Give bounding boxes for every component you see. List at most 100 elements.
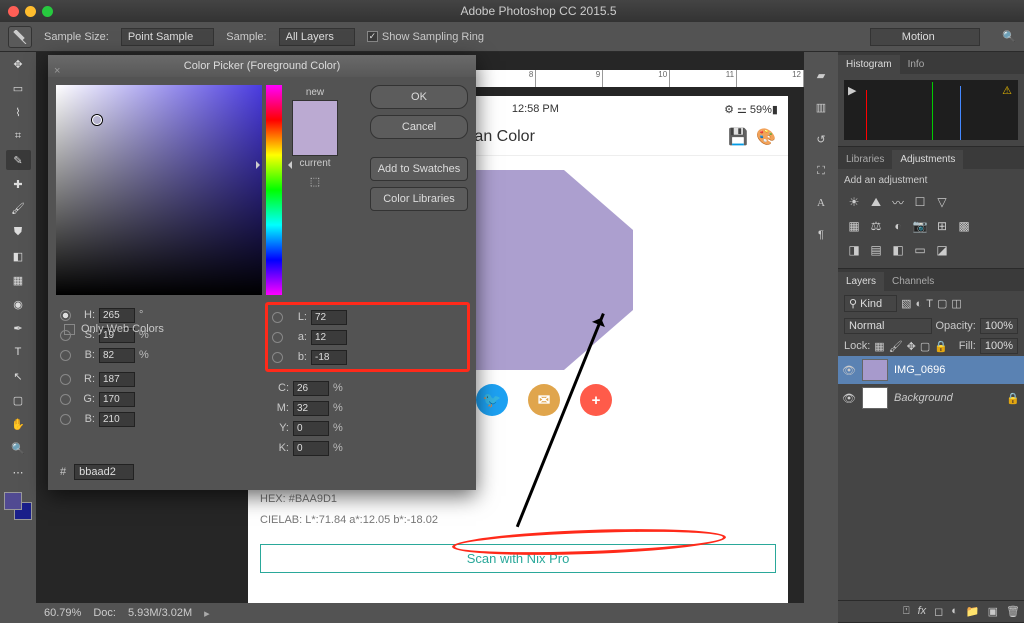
tab-histogram[interactable]: Histogram [838,55,900,74]
eraser-tool-icon[interactable]: ◧ [6,246,31,266]
r-radio[interactable] [60,374,71,385]
color-cursor[interactable] [92,115,102,125]
search-icon[interactable]: 🔍 [1002,30,1016,43]
k-input[interactable] [293,441,329,456]
hex-input[interactable] [74,464,134,480]
gradient-map-icon[interactable]: ▭ [912,242,928,258]
shape-tool-icon[interactable]: ▢ [6,390,31,410]
filter-smart-icon[interactable]: ◫ [951,297,961,310]
layer-row-background[interactable]: 👁 Background 🔒 [838,384,1024,412]
layer-row-img[interactable]: 👁 IMG_0696 [838,356,1024,384]
filter-pixel-icon[interactable]: ▧ [901,297,911,310]
hue-slider[interactable] [266,85,282,295]
y-input[interactable] [293,421,329,436]
tab-layers[interactable]: Layers [838,272,884,291]
lasso-tool-icon[interactable]: ⌇ [6,102,31,122]
history-panel-icon[interactable]: ↺ [810,128,832,150]
hue-sat-icon[interactable]: ▦ [846,218,862,234]
lb-input[interactable] [311,350,347,365]
curves-icon[interactable]: 〰 [890,194,906,210]
dialog-titlebar[interactable]: × Color Picker (Foreground Color) [48,55,476,77]
exposure-icon[interactable]: ☐ [912,194,928,210]
bv-radio[interactable] [60,350,71,361]
zoom-level[interactable]: 60.79% [44,607,81,619]
g-radio[interactable] [60,394,71,405]
edit-toolbar-icon[interactable]: ⋯ [6,462,31,482]
r-input[interactable] [99,372,135,387]
lb-radio[interactable] [272,352,283,363]
cube-icon[interactable]: ⬚ [292,175,338,188]
brush-tool-icon[interactable]: 🖌 [6,198,31,218]
workspace-select[interactable]: Motion [870,28,980,46]
close-window-icon[interactable] [8,6,19,17]
zoom-window-icon[interactable] [42,6,53,17]
twitter-icon[interactable]: 🐦 [476,384,508,416]
channel-mixer-icon[interactable]: ⊞ [934,218,950,234]
sample-select[interactable]: All Layers [279,28,355,46]
show-sampling-ring-checkbox[interactable]: ✓ Show Sampling Ring [367,31,484,43]
saturation-brightness-box[interactable] [56,85,262,295]
b-input[interactable] [99,412,135,427]
lock-all-icon[interactable]: 🔒 [934,340,948,353]
layer-style-icon[interactable]: fx [918,605,927,618]
palette-icon[interactable]: 🎨 [756,127,776,147]
crop-tool-icon[interactable]: ⌗ [6,126,31,146]
lock-transparency-icon[interactable]: ▦ [874,340,884,353]
lock-pixels-icon[interactable]: 🖌 [889,340,903,353]
link-layers-icon[interactable]: ⍞ [903,605,910,618]
a-radio[interactable] [272,332,283,343]
new-layer-icon[interactable]: ▣ [988,605,998,618]
l-radio[interactable] [272,312,283,323]
properties-panel-icon[interactable]: ⛶ [810,160,832,182]
photo-filter-icon[interactable]: 📷 [912,218,928,234]
color-panel-icon[interactable]: ▰ [810,64,832,86]
threshold-icon[interactable]: ◧ [890,242,906,258]
tab-info[interactable]: Info [900,55,933,74]
type-tool-icon[interactable]: T [6,342,31,362]
invert-icon[interactable]: ◨ [846,242,862,258]
lookup-icon[interactable]: ▩ [956,218,972,234]
sample-size-select[interactable]: Point Sample [121,28,214,46]
bv-input[interactable] [99,348,135,363]
color-libraries-button[interactable]: Color Libraries [370,187,468,211]
eyedropper-tool-icon[interactable]: ✎ [6,150,31,170]
c-input[interactable] [293,381,329,396]
layer-mask-icon[interactable]: ◻ [934,605,943,618]
ok-button[interactable]: OK [370,85,468,109]
tab-channels[interactable]: Channels [884,272,942,291]
move-tool-icon[interactable]: ✥ [6,54,31,74]
cancel-button[interactable]: Cancel [370,115,468,139]
gradient-tool-icon[interactable]: ▦ [6,270,31,290]
bw-icon[interactable]: ◐ [890,218,906,234]
swatches-panel-icon[interactable]: ▥ [810,96,832,118]
visibility-eye-icon[interactable]: 👁 [842,364,856,377]
blend-mode-select[interactable]: Normal [844,318,932,334]
pen-tool-icon[interactable]: ✒ [6,318,31,338]
delete-layer-icon[interactable]: 🗑 [1006,605,1020,618]
healing-tool-icon[interactable]: ✚ [6,174,31,194]
selective-color-icon[interactable]: ◪ [934,242,950,258]
filter-shape-icon[interactable]: ▢ [937,297,947,310]
fill-value[interactable]: 100% [980,338,1018,354]
lock-position-icon[interactable]: ✥ [907,340,916,353]
visibility-eye-icon[interactable]: 👁 [842,392,856,405]
marquee-tool-icon[interactable]: ▭ [6,78,31,98]
new-current-swatch[interactable] [292,100,338,156]
filter-adjust-icon[interactable]: ◐ [916,298,923,310]
b-radio[interactable] [60,414,71,425]
vibrance-icon[interactable]: ▽ [934,194,950,210]
close-icon[interactable]: × [54,60,60,82]
warning-icon[interactable]: ⚠ [1002,84,1012,97]
hand-tool-icon[interactable]: ✋ [6,414,31,434]
levels-icon[interactable]: ⛰ [868,194,884,210]
tab-adjustments[interactable]: Adjustments [892,150,963,169]
color-balance-icon[interactable]: ⚖ [868,218,884,234]
only-web-colors-checkbox[interactable] [64,324,75,335]
opacity-value[interactable]: 100% [980,318,1018,334]
refresh-icon[interactable]: ▶ [848,84,856,97]
tab-libraries[interactable]: Libraries [838,150,892,169]
layer-filter-kind[interactable]: ⚲ Kind [844,295,897,312]
more-share-icon[interactable]: + [580,384,612,416]
l-input[interactable] [311,310,347,325]
minimize-window-icon[interactable] [25,6,36,17]
